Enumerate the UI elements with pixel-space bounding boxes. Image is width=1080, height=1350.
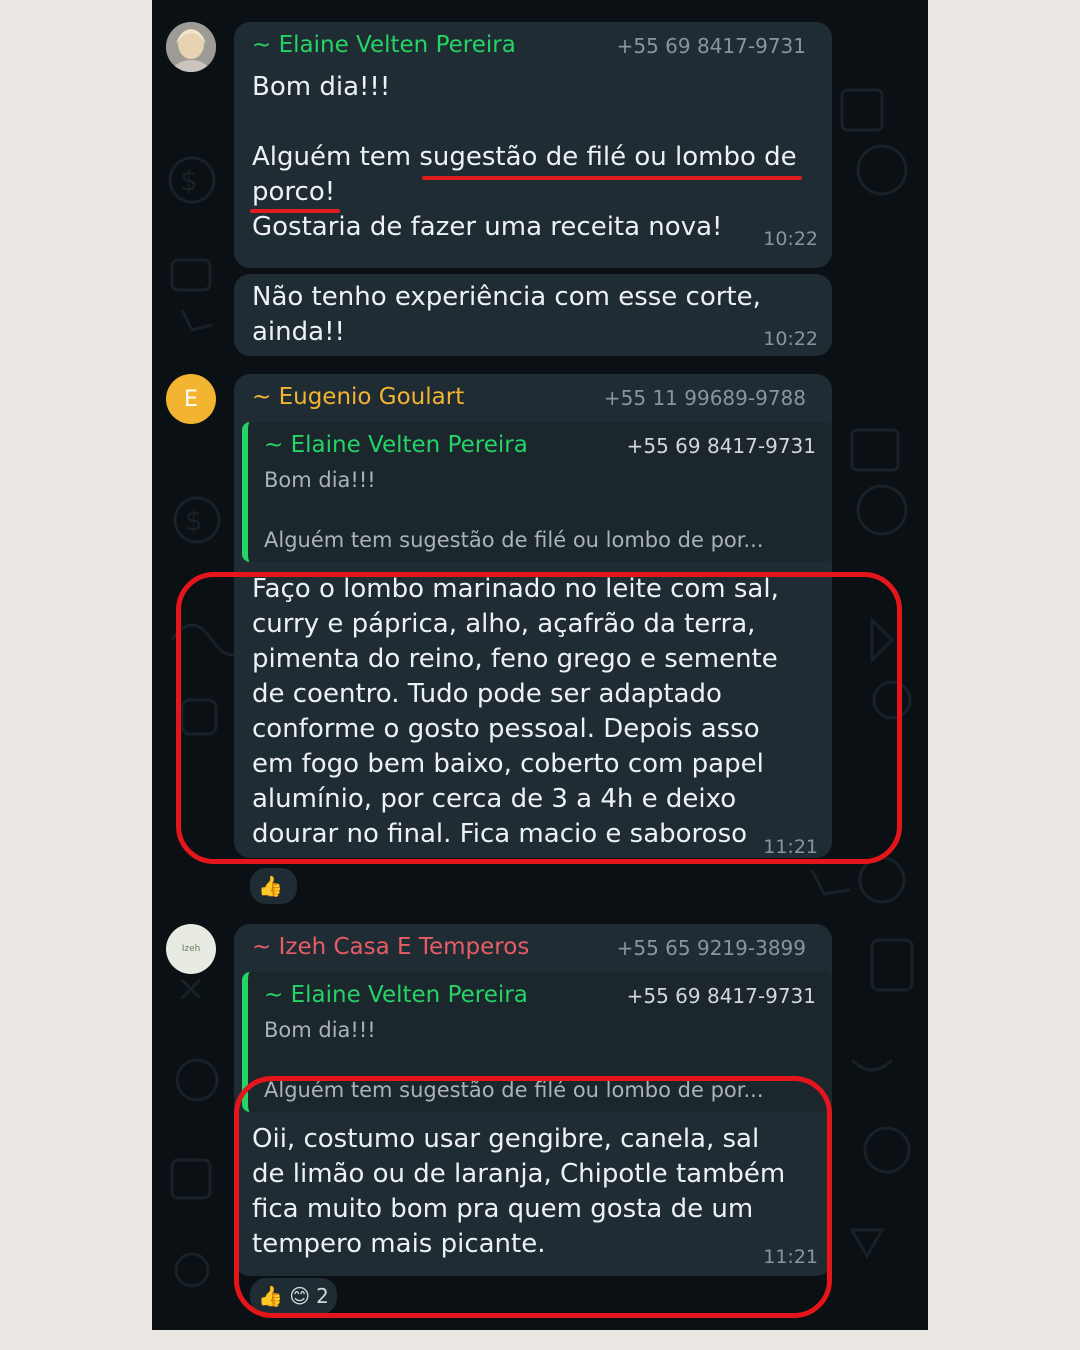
sender-name[interactable]: ~ Eugenio Goulart <box>252 384 464 410</box>
reaction-pill[interactable]: 👍 <box>248 866 299 906</box>
thumbs-up-icon: 👍 <box>258 874 283 898</box>
quoted-line-1: Bom dia!!! <box>264 468 376 492</box>
quoted-phone: +55 69 8417-9731 <box>626 984 816 1008</box>
message-text: Bom dia!!! Alguém tem sugestão de filé o… <box>252 72 797 242</box>
avatar-initial: E <box>184 386 198 412</box>
sender-phone: +55 11 99689-9788 <box>603 386 806 410</box>
message-time: 10:22 <box>763 328 818 350</box>
svg-text:$: $ <box>185 504 203 537</box>
message-bubble[interactable]: Não tenho experiência com esse corte, ai… <box>234 274 832 356</box>
message-text: Não tenho experiência com esse corte, ai… <box>252 282 761 347</box>
profile-photo-icon <box>166 22 216 72</box>
quoted-sender: ~ Elaine Velten Pereira <box>264 432 528 458</box>
annotation-circle <box>234 1076 832 1318</box>
quoted-phone: +55 69 8417-9731 <box>626 434 816 458</box>
annotation-circle <box>176 572 902 864</box>
elaine-avatar[interactable] <box>166 22 216 72</box>
annotation-underline <box>250 209 340 213</box>
avatar-logo-text: Izeh <box>181 944 201 954</box>
annotation-underline <box>422 176 802 180</box>
chat-screenshot: $ $ E Izeh ~ Elaine Velten Pereira +55 6… <box>152 0 928 1330</box>
sender-phone: +55 69 8417-9731 <box>616 34 806 58</box>
quoted-line-1: Bom dia!!! <box>264 1018 376 1042</box>
svg-text:$: $ <box>180 164 198 197</box>
sender-phone: +55 65 9219-3899 <box>616 936 806 960</box>
izeh-avatar[interactable]: Izeh <box>166 924 216 974</box>
sender-name[interactable]: ~ Elaine Velten Pereira <box>252 32 516 58</box>
eugenio-avatar[interactable]: E <box>166 374 216 424</box>
quoted-line-2: Alguém tem sugestão de filé ou lombo de … <box>264 528 764 552</box>
quoted-sender: ~ Elaine Velten Pereira <box>264 982 528 1008</box>
sender-name[interactable]: ~ Izeh Casa E Temperos <box>252 934 529 960</box>
message-time: 10:22 <box>763 228 818 250</box>
quoted-message[interactable]: ~ Elaine Velten Pereira +55 69 8417-9731… <box>242 422 832 562</box>
message-bubble[interactable]: ~ Elaine Velten Pereira +55 69 8417-9731… <box>234 22 832 268</box>
